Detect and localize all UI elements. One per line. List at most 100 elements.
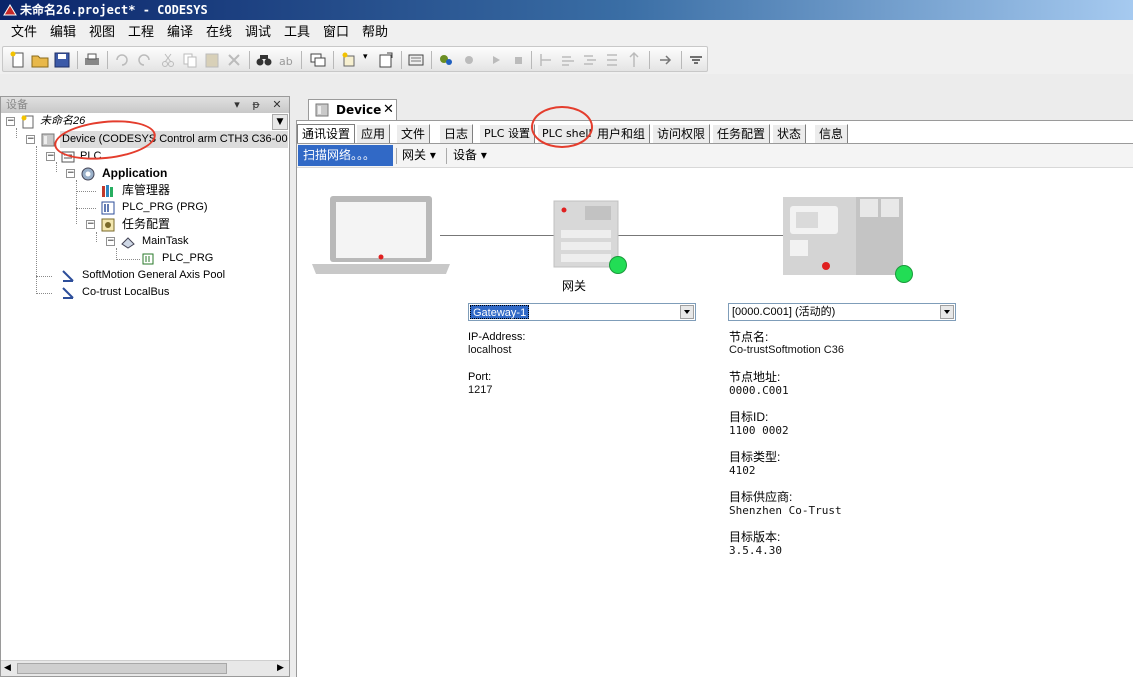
start-icon[interactable] [487, 51, 505, 69]
tree-item-device[interactable]: Device (CODESYS Control arm CTH3 C36-000… [60, 131, 288, 148]
menu-debug[interactable]: 调试 [242, 24, 274, 41]
tab-access-rights[interactable]: 访问权限 [653, 124, 711, 143]
paste-icon[interactable] [203, 51, 221, 69]
panel-close-icon[interactable]: ✕ [270, 97, 284, 113]
find-icon[interactable] [255, 51, 273, 69]
undo-icon[interactable] [113, 51, 131, 69]
plc-collapse-toggle[interactable]: − [46, 152, 55, 161]
open-folder-icon[interactable] [31, 51, 49, 69]
gateway-select[interactable]: Gateway-1 [468, 303, 696, 321]
tab-communication-settings[interactable]: 通讯设置 [297, 124, 356, 143]
menu-project[interactable]: 工程 [125, 24, 157, 41]
device-collapse-toggle[interactable]: − [26, 135, 35, 144]
node-name-label: 节点名: [729, 330, 769, 344]
gateway-select-arrow-icon[interactable] [680, 305, 694, 319]
tree-item-localbus[interactable]: Co-trust LocalBus [82, 284, 169, 301]
save-icon[interactable] [53, 51, 71, 69]
tree-item-task-config-label: 任务配置 [122, 217, 171, 231]
device-select-arrow-icon[interactable] [940, 305, 954, 319]
replace-icon[interactable]: ab [277, 51, 295, 69]
gateway-port-value: 1217 [468, 384, 493, 396]
stop-icon[interactable] [509, 51, 527, 69]
tab-device[interactable]: Device ✕ [308, 99, 397, 120]
svg-text:ab: ab [279, 55, 293, 68]
tree-item-softmotion-pool[interactable]: SoftMotion General Axis Pool [82, 267, 225, 284]
menu-help[interactable]: 帮助 [359, 24, 391, 41]
step-out-icon[interactable] [603, 51, 621, 69]
cut-icon[interactable] [159, 51, 177, 69]
task-config-collapse-toggle[interactable]: − [86, 220, 95, 229]
scan-network-button[interactable]: 扫描网络。。。 [298, 145, 393, 166]
menu-build[interactable]: 编译 [164, 24, 196, 41]
scrollbar-thumb[interactable] [17, 663, 227, 674]
add-object-icon[interactable] [341, 51, 359, 69]
tree-item-plc[interactable]: PLC [80, 148, 101, 165]
properties-icon[interactable] [377, 51, 395, 69]
tab-information[interactable]: 信息 [815, 124, 849, 143]
target-type-label: 目标类型: [729, 450, 781, 464]
copy-icon[interactable] [181, 51, 199, 69]
print-icon[interactable] [83, 51, 101, 69]
tree-horizontal-scrollbar[interactable]: ◀ ▶ [1, 660, 289, 676]
project-collapse-toggle[interactable]: − [6, 117, 15, 126]
breakpoint-icon[interactable] [537, 51, 555, 69]
menu-window[interactable]: 窗口 [320, 24, 352, 41]
tree-item-library-manager-label: 库管理器 [122, 183, 171, 197]
tree-item-main-task[interactable]: MainTask [142, 233, 188, 250]
gateway-ip-value: localhost [468, 344, 512, 356]
build-icon[interactable] [407, 51, 425, 69]
device-select[interactable]: [0000.C001] (活动的) [728, 303, 956, 321]
tree-item-application-label: Application [102, 166, 168, 180]
panel-pin-icon[interactable]: ᵽ [249, 97, 263, 113]
add-object-dropdown-icon[interactable]: ▾ [363, 52, 368, 62]
device-panel-header: 设备 [1, 97, 289, 113]
forward-icon[interactable] [657, 51, 675, 69]
step-over-icon[interactable] [559, 51, 577, 69]
scroll-left-icon[interactable]: ◀ [4, 663, 11, 673]
tab-application[interactable]: 应用 [357, 124, 391, 143]
redo-icon[interactable] [135, 51, 153, 69]
menu-tools[interactable]: 工具 [281, 24, 313, 41]
windows-icon[interactable] [309, 51, 327, 69]
gateway-caption: 网关 [562, 279, 587, 293]
tree-item-localbus-label: Co-trust LocalBus [82, 286, 170, 298]
menu-online[interactable]: 在线 [203, 24, 235, 41]
tab-close-icon[interactable]: ✕ [383, 100, 394, 120]
tree-item-main-task-prg[interactable]: PLC_PRG [162, 250, 213, 267]
menu-view[interactable]: 视图 [86, 24, 118, 41]
step-into-icon[interactable] [581, 51, 599, 69]
tab-device-label: Device [336, 103, 382, 117]
laptop-icon [312, 196, 450, 274]
tree-item-device-label: Device (CODESYS Control arm CTH3 C36-000… [62, 133, 288, 145]
tab-plc-settings[interactable]: PLC 设置 [480, 124, 535, 143]
main-task-icon [121, 237, 135, 249]
scroll-right-icon[interactable]: ▶ [277, 663, 284, 673]
tab-task-config[interactable]: 任务配置 [713, 124, 771, 143]
tree-item-project[interactable]: 未命名26 [40, 113, 85, 130]
tree-scroll-dropdown-icon[interactable]: ▼ [272, 114, 288, 130]
device-menu[interactable]: 设备 ▾ [453, 145, 487, 166]
application-collapse-toggle[interactable]: − [66, 169, 75, 178]
menu-edit[interactable]: 编辑 [47, 24, 79, 41]
tree-item-task-config[interactable]: 任务配置 [122, 216, 170, 233]
plc-logic-icon [61, 151, 75, 163]
login-icon[interactable] [437, 51, 455, 69]
panel-dropdown-icon[interactable]: ▾ [230, 97, 244, 113]
tab-status[interactable]: 状态 [773, 124, 807, 143]
logout-icon[interactable] [461, 51, 479, 69]
delete-icon[interactable] [225, 51, 243, 69]
tree-item-application[interactable]: Application [102, 165, 167, 182]
tree-item-library-manager[interactable]: 库管理器 [122, 182, 170, 199]
menu-file[interactable]: 文件 [8, 24, 40, 41]
gateway-menu[interactable]: 网关 ▾ [402, 145, 436, 166]
toolbar-options-icon[interactable] [687, 51, 705, 69]
tab-files[interactable]: 文件 [397, 124, 431, 143]
tree-item-plc-prg[interactable]: PLC_PRG (PRG) [122, 199, 208, 216]
tab-users-groups[interactable]: 用户和组 [593, 124, 651, 143]
target-id-value: 1100 0002 [729, 424, 789, 437]
tab-log[interactable]: 日志 [440, 124, 474, 143]
main-task-collapse-toggle[interactable]: − [106, 237, 115, 246]
run-to-cursor-icon[interactable] [625, 51, 643, 69]
tab-plc-shell[interactable]: PLC shell [538, 124, 597, 143]
new-file-icon[interactable] [9, 51, 27, 69]
